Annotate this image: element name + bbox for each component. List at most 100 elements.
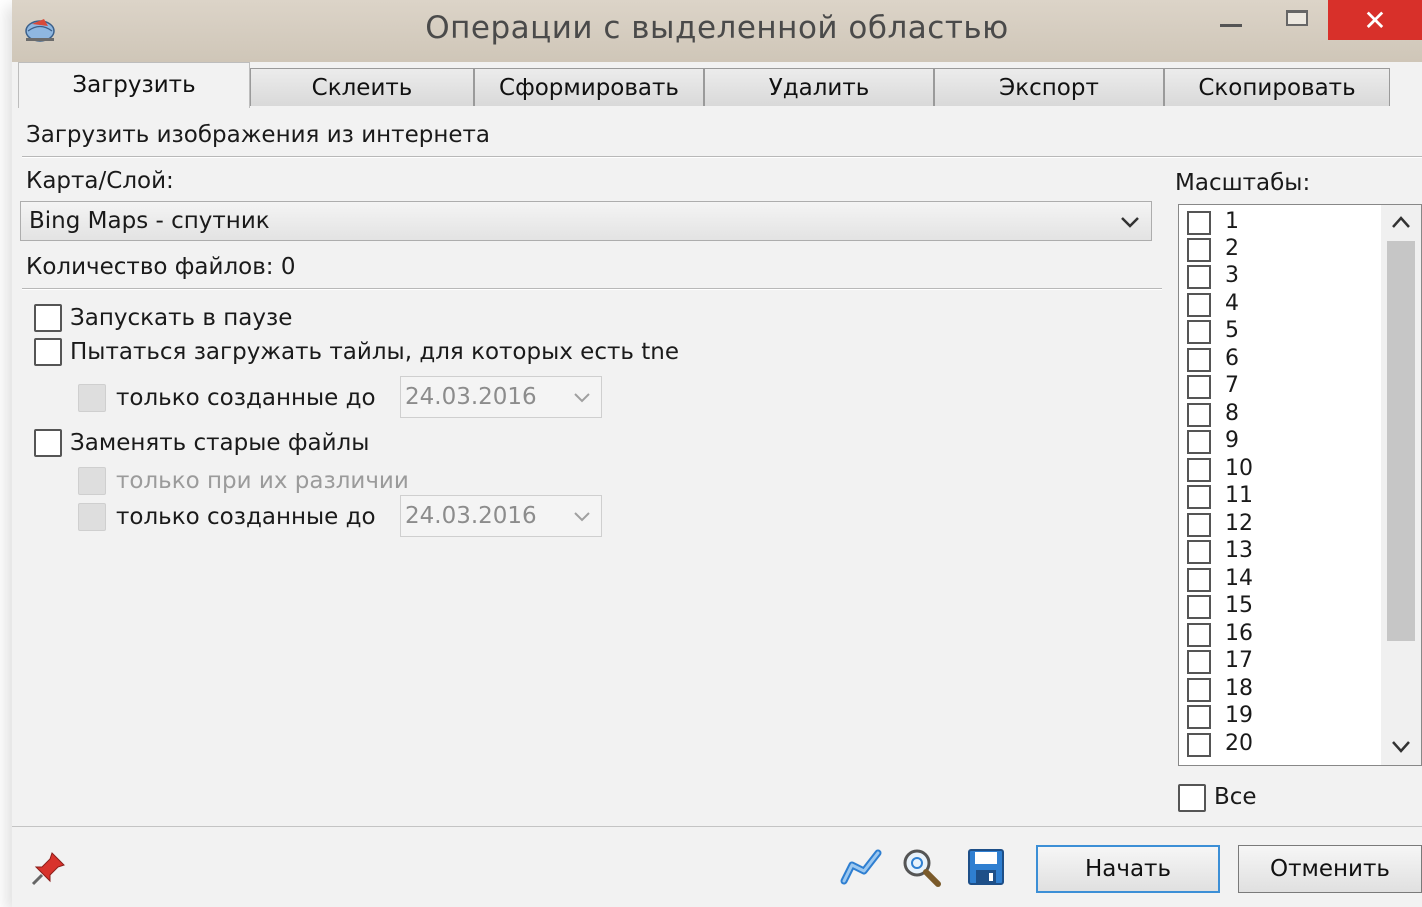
maximize-button[interactable] — [1274, 0, 1320, 40]
replace-old-files-label: Заменять старые файлы — [70, 430, 370, 456]
scale-item[interactable]: 9 — [1187, 428, 1367, 455]
scale-item[interactable]: 7 — [1187, 373, 1367, 400]
replace-only-created-before-label: только созданные до — [116, 504, 376, 530]
scale-number: 12 — [1225, 511, 1253, 536]
scale-checkbox[interactable] — [1187, 320, 1211, 344]
scale-number: 1 — [1225, 209, 1239, 234]
scroll-up-icon[interactable] — [1381, 205, 1421, 241]
scale-checkbox[interactable] — [1187, 265, 1211, 289]
file-count-text: Количество файлов: 0 — [26, 254, 296, 280]
scale-checkbox[interactable] — [1187, 375, 1211, 399]
scale-item[interactable]: 19 — [1187, 703, 1367, 730]
scale-number: 11 — [1225, 483, 1253, 508]
scale-item[interactable]: 5 — [1187, 318, 1367, 345]
zoom-icon[interactable] — [898, 845, 946, 889]
scale-number: 5 — [1225, 318, 1239, 343]
scale-number: 18 — [1225, 676, 1253, 701]
tab-generate[interactable]: Сформировать — [474, 68, 704, 106]
scale-checkbox[interactable] — [1187, 650, 1211, 674]
scale-item[interactable]: 8 — [1187, 401, 1367, 428]
scales-scrollbar[interactable] — [1381, 205, 1421, 765]
scale-number: 14 — [1225, 566, 1253, 591]
dialog-footer: Начать Отменить — [12, 826, 1422, 907]
scale-item[interactable]: 16 — [1187, 621, 1367, 648]
pin-icon[interactable] — [30, 849, 68, 887]
scale-item[interactable]: 18 — [1187, 676, 1367, 703]
scale-checkbox[interactable] — [1187, 595, 1211, 619]
start-button[interactable]: Начать — [1036, 845, 1220, 893]
replace-date-value: 24.03.2016 — [405, 503, 537, 529]
scale-item[interactable]: 1 — [1187, 209, 1367, 236]
tab-export[interactable]: Экспорт — [934, 68, 1164, 106]
scale-checkbox[interactable] — [1187, 678, 1211, 702]
tne-only-created-before-checkbox[interactable] — [78, 384, 106, 412]
scale-checkbox[interactable] — [1187, 211, 1211, 235]
scale-number: 9 — [1225, 428, 1239, 453]
scale-item[interactable]: 15 — [1187, 593, 1367, 620]
scale-number: 4 — [1225, 291, 1239, 316]
start-paused-label: Запускать в паузе — [70, 305, 293, 331]
scales-list[interactable]: 1 2 3 4 5 6 7 8 9 10 11 12 13 14 15 16 1… — [1178, 204, 1422, 766]
replace-only-created-before-checkbox[interactable] — [78, 503, 106, 531]
scale-number: 19 — [1225, 703, 1253, 728]
scale-checkbox[interactable] — [1187, 513, 1211, 537]
scale-number: 20 — [1225, 731, 1253, 756]
close-button[interactable]: ✕ — [1328, 0, 1422, 40]
scale-checkbox[interactable] — [1187, 293, 1211, 317]
scale-checkbox[interactable] — [1187, 568, 1211, 592]
try-load-tne-label: Пытаться загружать тайлы, для которых ес… — [70, 339, 679, 365]
select-all-scales-label: Все — [1214, 784, 1257, 810]
scale-checkbox[interactable] — [1187, 705, 1211, 729]
scale-item[interactable]: 12 — [1187, 511, 1367, 538]
scale-item[interactable]: 14 — [1187, 566, 1367, 593]
scale-item[interactable]: 17 — [1187, 648, 1367, 675]
replace-old-files-checkbox[interactable] — [34, 429, 62, 457]
chevron-down-icon — [1121, 217, 1139, 228]
scale-item[interactable]: 4 — [1187, 291, 1367, 318]
try-load-tne-checkbox[interactable] — [34, 338, 62, 366]
scale-item[interactable]: 13 — [1187, 538, 1367, 565]
scale-checkbox[interactable] — [1187, 348, 1211, 372]
scale-checkbox[interactable] — [1187, 733, 1211, 757]
tab-copy[interactable]: Скопировать — [1164, 68, 1390, 106]
scale-checkbox[interactable] — [1187, 458, 1211, 482]
scale-checkbox[interactable] — [1187, 430, 1211, 454]
scale-checkbox[interactable] — [1187, 623, 1211, 647]
tne-date-picker[interactable]: 24.03.2016 — [400, 376, 602, 418]
replace-date-picker[interactable]: 24.03.2016 — [400, 495, 602, 537]
tab-stitch[interactable]: Склеить — [250, 68, 474, 106]
save-icon[interactable] — [962, 845, 1010, 889]
tab-delete[interactable]: Удалить — [704, 68, 934, 106]
cancel-button[interactable]: Отменить — [1238, 845, 1422, 893]
minimize-button[interactable] — [1212, 0, 1252, 40]
scale-number: 13 — [1225, 538, 1253, 563]
scale-item[interactable]: 2 — [1187, 236, 1367, 263]
scale-checkbox[interactable] — [1187, 238, 1211, 262]
tab-download[interactable]: Загрузить — [18, 62, 250, 108]
map-layer-select[interactable]: Bing Maps - спутник — [20, 201, 1152, 241]
select-all-scales-checkbox[interactable] — [1178, 784, 1206, 812]
chevron-down-icon — [574, 393, 590, 403]
scale-item[interactable]: 11 — [1187, 483, 1367, 510]
window-title: Операции с выделенной областью — [425, 10, 1009, 46]
scale-checkbox[interactable] — [1187, 403, 1211, 427]
tab-bar: Загрузить Склеить Сформировать Удалить Э… — [12, 62, 1422, 108]
scroll-down-icon[interactable] — [1381, 729, 1421, 765]
map-layer-value: Bing Maps - спутник — [29, 208, 270, 234]
title-bar[interactable]: Операции с выделенной областью ✕ — [12, 0, 1422, 62]
only-if-different-checkbox[interactable] — [78, 467, 106, 495]
scale-checkbox[interactable] — [1187, 540, 1211, 564]
map-layer-label: Карта/Слой: — [26, 168, 174, 194]
scale-number: 16 — [1225, 621, 1253, 646]
start-paused-checkbox[interactable] — [34, 304, 62, 332]
scroll-thumb[interactable] — [1387, 241, 1415, 641]
scale-number: 8 — [1225, 401, 1239, 426]
scale-item[interactable]: 10 — [1187, 456, 1367, 483]
chevron-down-icon — [574, 512, 590, 522]
scale-item[interactable]: 3 — [1187, 263, 1367, 290]
options-separator — [22, 288, 1162, 289]
scale-item[interactable]: 20 — [1187, 731, 1367, 758]
map-path-icon[interactable] — [838, 845, 886, 889]
scale-item[interactable]: 6 — [1187, 346, 1367, 373]
scale-checkbox[interactable] — [1187, 485, 1211, 509]
